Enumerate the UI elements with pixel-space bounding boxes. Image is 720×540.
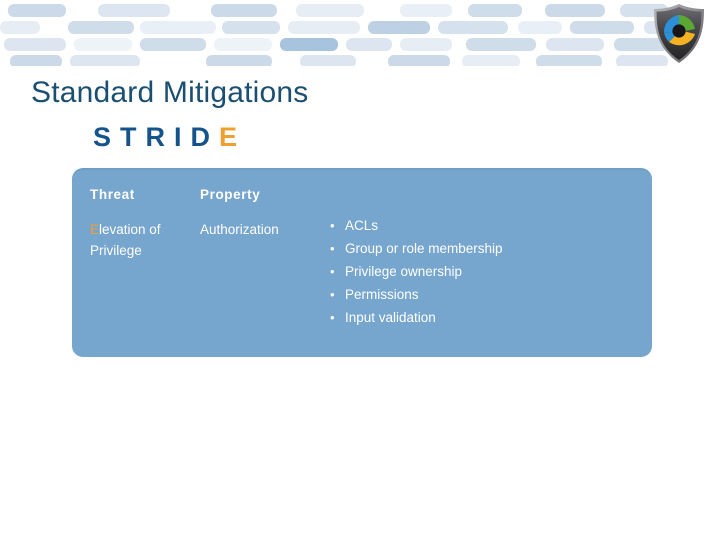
stride-letter-e: E [219,122,247,152]
security-shield-icon [650,3,708,65]
brick-tile [400,4,452,17]
brick-tile [466,38,536,51]
list-item: • Group or role membership [327,237,503,260]
brick-tile [518,21,562,34]
brick-tile [140,38,206,51]
stride-letter-r: R [145,122,175,152]
brick-tile [8,4,66,17]
stride-letter-t: T [120,122,146,152]
stride-letter-d: D [190,122,220,152]
bullet-icon: • [330,241,335,256]
list-item: • Input validation [327,306,503,329]
list-item: • Privilege ownership [327,260,503,283]
list-item-label: Group or role membership [345,241,503,256]
brick-tile [288,21,360,34]
list-item-label: Privilege ownership [345,264,463,279]
table-header-row: Threat Property [90,185,360,204]
table-row: Elevation of Privilege Authorization [90,219,360,261]
list-item-label: Input validation [345,310,436,325]
brick-tile [388,55,450,66]
bullet-icon: • [330,310,335,325]
brick-tile [214,38,272,51]
bullet-icon: • [330,218,335,233]
list-item: • Permissions [327,283,503,306]
brick-tile [346,38,392,51]
brick-tile [68,21,134,34]
brick-tile [10,55,62,66]
brick-tile [140,21,216,34]
stride-letter-i: I [174,122,191,152]
brick-tile [280,38,338,51]
brick-tile [211,4,277,17]
brick-tile [74,38,132,51]
column-header-property: Property [200,187,261,202]
decorative-brick-banner [0,0,720,66]
shield-svg [654,4,704,63]
cell-threat: Elevation of Privilege [90,219,200,261]
brick-tile [0,21,40,34]
brick-tile [296,4,364,17]
list-item: • ACLs [327,214,503,237]
brick-tile [438,21,508,34]
list-item-label: ACLs [345,218,379,233]
brick-tile [206,55,272,66]
mitigation-list: • ACLs • Group or role membership • Privilege… [327,214,503,329]
bullet-icon: • [330,264,335,279]
brick-tile [545,4,605,17]
threat-rest-text: levation of Privilege [90,222,161,258]
list-item-label: Permissions [345,287,419,302]
brick-tile [300,55,356,66]
page-title: Standard Mitigations [31,76,309,109]
stride-letter-s: S [93,122,121,152]
brick-tile [546,38,604,51]
brick-tile [4,38,66,51]
column-header-threat: Threat [90,187,135,202]
brick-tile [70,55,140,66]
brick-tile [570,21,634,34]
bullet-icon: • [330,287,335,302]
brick-tile [222,21,280,34]
brick-tile [536,55,602,66]
threat-accent-letter: E [90,222,100,237]
brick-tile [468,4,522,17]
brick-tile [400,38,452,51]
brick-tile [368,21,430,34]
brick-tile [462,55,520,66]
brick-tile [98,4,170,17]
mitigation-panel: Threat Property Elevation of Privilege A… [72,168,652,357]
stride-acronym: STRIDE [93,122,246,153]
threat-table: Threat Property Elevation of Privilege A… [90,185,360,261]
